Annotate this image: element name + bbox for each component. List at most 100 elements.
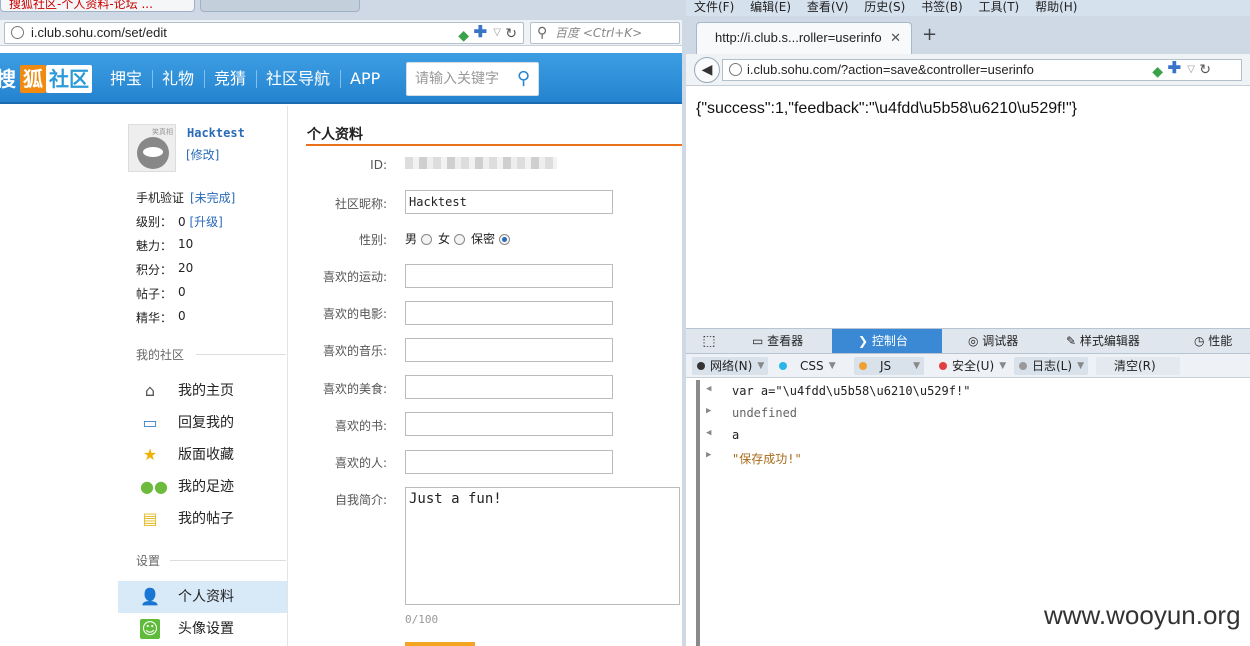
- dropdown-icon[interactable]: ▽: [493, 23, 501, 43]
- food-input[interactable]: [405, 375, 613, 399]
- gender-male-label: 男: [405, 232, 418, 246]
- input-arrow-icon: ◀: [706, 428, 712, 438]
- charm-row: 魅力： 10: [136, 237, 193, 254]
- avatar[interactable]: 笑真相: [128, 124, 176, 172]
- menu-bookmarks[interactable]: 书签(B): [921, 0, 963, 14]
- page-title: 个人资料: [307, 127, 363, 143]
- menu-file[interactable]: 文件(F): [694, 0, 734, 14]
- music-input[interactable]: [405, 338, 613, 362]
- filter-css[interactable]: CSS ▼: [774, 357, 840, 375]
- shield-icon[interactable]: ◆: [458, 25, 469, 45]
- bio-label: 自我简介:: [334, 493, 387, 507]
- nav-separator: [152, 70, 153, 88]
- sidebar-item-avatar-settings[interactable]: ☺ 头像设置: [118, 613, 287, 645]
- gender-female-radio[interactable]: [454, 234, 466, 245]
- inspect-picker-icon[interactable]: ⬚: [696, 329, 722, 353]
- divider: [196, 354, 286, 355]
- sidebar-item-my-posts[interactable]: ▤ 我的帖子: [118, 503, 287, 535]
- left-active-tab[interactable]: 搜狐社区-个人资料-论坛 ...: [0, 0, 195, 12]
- dropdown-icon[interactable]: ▽: [1187, 60, 1195, 80]
- posts-label: 帖子：: [136, 287, 173, 301]
- new-tab-icon[interactable]: +: [922, 24, 937, 45]
- sidebar-item-replies[interactable]: ▭ 回复我的: [118, 407, 287, 439]
- id-label: ID:: [370, 158, 387, 172]
- filter-network[interactable]: 网络(N) ▼: [692, 357, 769, 375]
- reload-icon[interactable]: ↻: [505, 23, 517, 43]
- tab-performance[interactable]: ◷ 性能: [1194, 329, 1232, 353]
- menu-help[interactable]: 帮助(H): [1035, 0, 1077, 14]
- console-text: a: [732, 428, 740, 442]
- right-browser-window: 文件(F) 编辑(E) 查看(V) 历史(S) 书签(B) 工具(T) 帮助(H…: [682, 0, 1250, 646]
- left-url-bar[interactable]: i.club.sohu.com/set/edit ◆ ✚ ▽ ↻: [4, 22, 524, 44]
- nav-bet[interactable]: 押宝: [110, 68, 142, 90]
- sidebar-item-label: 个人资料: [178, 589, 234, 605]
- sidebar-item-footprints[interactable]: ●● 我的足迹: [118, 471, 287, 503]
- sidebar-item-home[interactable]: ⌂ 我的主页: [118, 375, 287, 407]
- nav-quiz[interactable]: 竞猜: [214, 68, 246, 90]
- sports-input[interactable]: [405, 264, 613, 288]
- username[interactable]: Hacktest: [187, 126, 245, 140]
- console-text: var a="\u4fdd\u5b58\u6210\u529f!": [732, 384, 971, 398]
- bio-char-count: 0/100: [405, 613, 439, 626]
- logo-char-a: 搜: [0, 67, 16, 91]
- sidebar-item-favorites[interactable]: ★ 版面收藏: [118, 439, 287, 471]
- filter-logging[interactable]: 日志(L) ▼: [1014, 357, 1089, 375]
- filter-security[interactable]: 安全(U) ▼: [934, 357, 1010, 375]
- sohu-community-logo[interactable]: 搜狐社区: [0, 65, 92, 93]
- nickname-input[interactable]: Hacktest: [405, 190, 613, 214]
- close-tab-icon[interactable]: ✕: [890, 23, 901, 53]
- menu-edit[interactable]: 编辑(E): [750, 0, 791, 14]
- menu-view[interactable]: 查看(V): [807, 0, 849, 14]
- add-icon[interactable]: ✚: [1168, 59, 1181, 79]
- tab-console[interactable]: ❯ 控制台: [832, 329, 942, 353]
- avatar-icon: ☺: [140, 619, 160, 639]
- edit-profile-link[interactable]: [修改]: [186, 146, 219, 163]
- chevron-down-icon: ▼: [999, 361, 1007, 371]
- people-input[interactable]: [405, 450, 613, 474]
- tab-style-editor[interactable]: ✎ 样式编辑器: [1066, 329, 1140, 353]
- back-button[interactable]: ◀: [694, 57, 720, 83]
- sidebar-item-profile[interactable]: 👤 个人资料: [118, 581, 287, 613]
- output-arrow-icon: ▶: [706, 450, 712, 460]
- filter-js[interactable]: JS ▼: [854, 357, 924, 375]
- level-row: 级别： 0 [升级]: [136, 213, 223, 230]
- bio-textarea[interactable]: Just a fun!: [405, 487, 680, 605]
- id-value-redacted: [405, 157, 557, 169]
- phone-verify-link[interactable]: [未完成]: [190, 191, 235, 205]
- left-search-box[interactable]: ⚲ 百度 <Ctrl+K>: [530, 22, 680, 44]
- gender-secret-radio[interactable]: [499, 234, 511, 245]
- clear-console-button[interactable]: 清空(R): [1096, 357, 1180, 375]
- upgrade-link[interactable]: [升级]: [189, 215, 222, 229]
- menu-history[interactable]: 历史(S): [864, 0, 905, 14]
- posts-row: 帖子： 0: [136, 285, 186, 302]
- books-input[interactable]: [405, 412, 613, 436]
- left-tab-strip: 搜狐社区-个人资料-论坛 ...: [0, 0, 682, 20]
- tab-debugger[interactable]: ◎ 调试器: [968, 329, 1018, 353]
- points-value: 20: [178, 261, 194, 275]
- shield-icon[interactable]: ◆: [1152, 61, 1163, 81]
- nav-community-guide[interactable]: 社区导航: [266, 68, 330, 90]
- nav-app[interactable]: APP: [350, 68, 380, 90]
- save-button[interactable]: [405, 642, 475, 646]
- search-icon[interactable]: ⚲: [517, 63, 530, 95]
- right-url-bar[interactable]: i.club.sohu.com/?action=save&controller=…: [722, 59, 1242, 81]
- reload-icon[interactable]: ↻: [1199, 59, 1211, 79]
- menu-tools[interactable]: 工具(T): [979, 0, 1020, 14]
- title-underline: [306, 144, 682, 146]
- left-second-tab[interactable]: [200, 0, 360, 12]
- phone-verify-row: 手机验证 [未完成]: [136, 189, 235, 206]
- essence-row: 精华： 0: [136, 309, 186, 326]
- gender-male-radio[interactable]: [421, 234, 433, 245]
- sidebar-item-label: 头像设置: [178, 621, 234, 637]
- css-dot-icon: [779, 362, 787, 370]
- menu-bar: 文件(F) 编辑(E) 查看(V) 历史(S) 书签(B) 工具(T) 帮助(H…: [686, 0, 1250, 16]
- clock-icon: ◷: [1194, 334, 1209, 348]
- right-active-tab[interactable]: http://i.club.s...roller=userinfo ✕: [696, 22, 912, 54]
- star-icon: ★: [142, 445, 158, 464]
- gender-label: 性别:: [358, 233, 387, 247]
- site-search-input[interactable]: 请输入关键字 ⚲: [406, 62, 539, 96]
- nav-gift[interactable]: 礼物: [162, 68, 194, 90]
- movies-input[interactable]: [405, 301, 613, 325]
- add-icon[interactable]: ✚: [474, 23, 487, 43]
- tab-inspector[interactable]: ▭ 查看器: [742, 329, 803, 353]
